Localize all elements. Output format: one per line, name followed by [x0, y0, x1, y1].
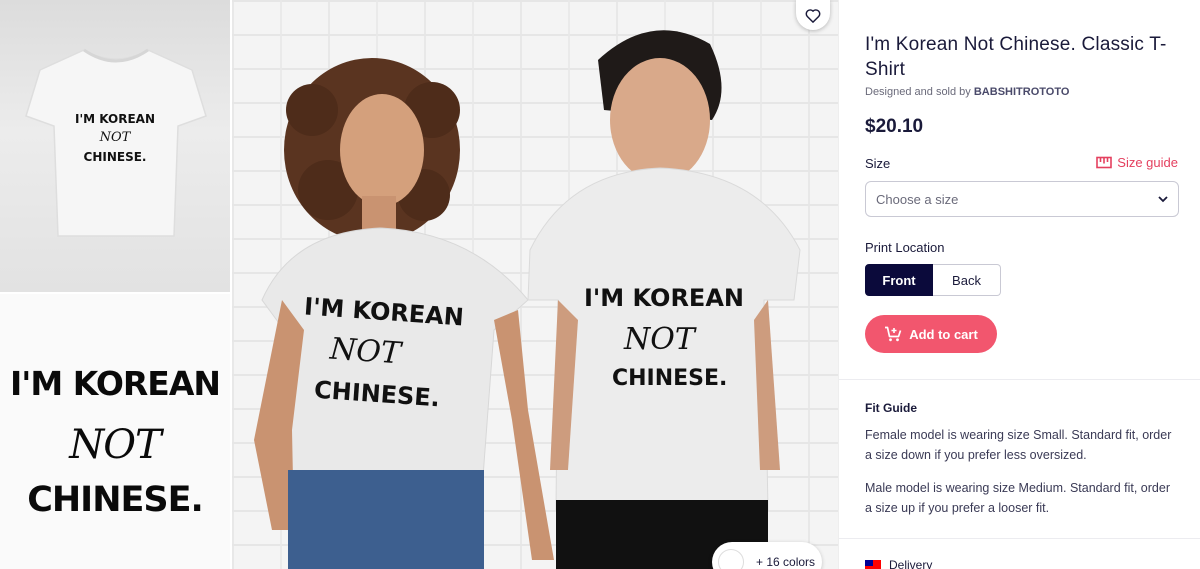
thumbnail-flat-shirt[interactable]: I'M KOREAN NOT CHINESE.	[0, 0, 230, 292]
heart-icon	[805, 8, 821, 23]
product-panel: I'm Korean Not Chinese. Classic T-Shirt …	[838, 0, 1200, 569]
designer-byline: Designed and sold by BABSHITROTOTO	[865, 86, 1069, 98]
colors-chip[interactable]: + 16 colors	[712, 542, 822, 569]
fit-guide-male: Male model is wearing size Medium. Stand…	[865, 481, 1170, 515]
add-to-cart-label: Add to cart	[909, 326, 978, 342]
print-back-button[interactable]: Back	[933, 264, 1001, 296]
designer-link[interactable]: BABSHITROTOTO	[974, 86, 1070, 98]
byline-prefix: Designed and sold by	[865, 86, 974, 98]
print-front-button[interactable]: Front	[865, 264, 933, 296]
man-shirt-line-2: NOT	[624, 322, 695, 357]
thumb1-line-3: CHINESE.	[83, 150, 147, 164]
ruler-icon	[1096, 156, 1113, 169]
print-line-3: CHINESE.	[27, 480, 204, 520]
add-to-cart-button[interactable]: Add to cart	[865, 315, 997, 353]
flag-icon	[865, 559, 881, 569]
size-select-placeholder: Choose a size	[876, 191, 959, 207]
product-title: I'm Korean Not Chinese. Classic T-Shirt	[865, 34, 1167, 80]
print-location-toggle: Front Back	[865, 264, 1001, 296]
chevron-down-icon	[1158, 195, 1168, 202]
size-select[interactable]: Choose a size	[865, 181, 1179, 217]
print-location-label: Print Location	[865, 240, 945, 255]
delivery-label: Delivery	[889, 558, 933, 569]
product-gallery: I'M KOREAN NOT CHINESE. I'M KOREAN NOT C…	[0, 0, 838, 569]
main-product-photo[interactable]: I'M KOREAN NOT CHINESE. I'M KOREAN NOT C…	[232, 0, 838, 569]
divider	[839, 538, 1200, 539]
colors-count: + 16 colors	[756, 555, 816, 569]
thumb1-line-2: NOT	[99, 130, 131, 145]
fit-guide-title: Fit Guide	[865, 401, 917, 415]
size-label: Size	[865, 156, 891, 171]
delivery-section[interactable]: Delivery	[865, 558, 932, 569]
woman-shirt-line-2: NOT	[328, 331, 402, 372]
size-guide-label: Size guide	[1117, 155, 1178, 170]
divider	[839, 379, 1200, 380]
color-swatch	[718, 549, 744, 569]
print-line-1: I'M KOREAN	[10, 364, 221, 403]
man-shirt-line-1: I'M KOREAN	[584, 284, 744, 312]
thumbnail-print-design[interactable]: I'M KOREAN NOT CHINESE.	[0, 294, 230, 569]
product-price: $20.10	[865, 116, 924, 137]
fit-guide-female: Female model is wearing size Small. Stan…	[865, 428, 1172, 462]
size-guide-link[interactable]: Size guide	[1096, 155, 1178, 170]
thumb1-line-1: I'M KOREAN	[75, 112, 155, 126]
models-illustration	[254, 30, 801, 569]
cart-plus-icon	[885, 326, 902, 342]
man-shirt-line-3: CHINESE.	[612, 366, 728, 391]
print-line-2: NOT	[69, 422, 161, 468]
